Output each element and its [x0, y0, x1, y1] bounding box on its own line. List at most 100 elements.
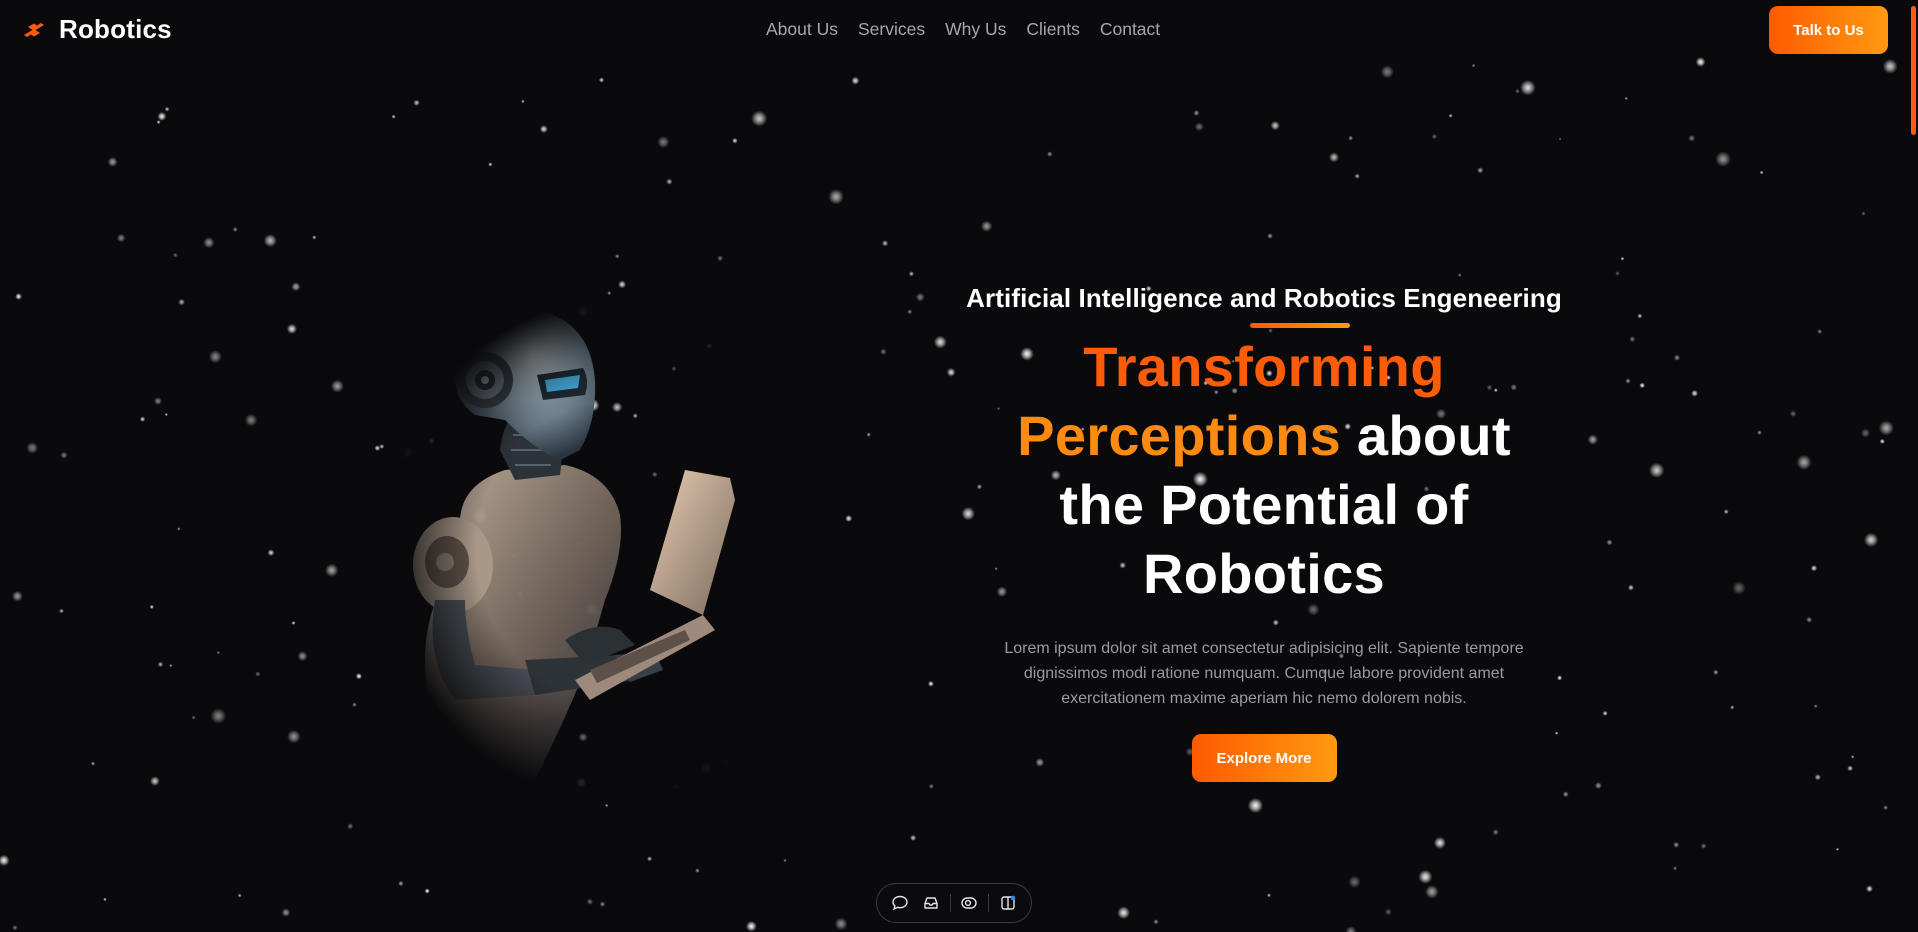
star: [1883, 805, 1889, 811]
star: [1732, 581, 1746, 595]
star: [26, 441, 39, 454]
main-nav: About Us Services Why Us Clients Contact: [766, 19, 1160, 40]
star: [717, 255, 724, 262]
star: [1267, 233, 1273, 239]
star: [210, 708, 227, 724]
toolbar-divider: [987, 894, 989, 912]
star: [1458, 273, 1462, 277]
star: [150, 776, 160, 786]
star: [1270, 120, 1280, 131]
star: [1247, 797, 1264, 814]
star: [1730, 705, 1735, 710]
star: [910, 834, 917, 842]
star: [907, 309, 913, 315]
star: [834, 917, 848, 931]
star: [851, 76, 860, 85]
hero-headline: Transforming Perceptions about the Poten…: [930, 332, 1598, 608]
star: [1384, 908, 1392, 916]
headline-about: about: [1356, 404, 1511, 467]
star: [15, 293, 22, 300]
star: [203, 237, 215, 249]
star: [1193, 110, 1200, 116]
star: [1806, 616, 1812, 623]
star: [1348, 875, 1361, 889]
star: [657, 136, 670, 149]
star: [1615, 271, 1620, 276]
star: [1471, 63, 1476, 68]
headline-potential-of: the Potential of: [1059, 473, 1469, 536]
nav-link-services[interactable]: Services: [858, 19, 925, 40]
chat-bubble-icon[interactable]: [888, 891, 912, 915]
star: [244, 413, 258, 427]
star: [286, 323, 297, 334]
star: [866, 432, 871, 437]
star: [413, 99, 420, 107]
star: [424, 888, 430, 894]
star: [1879, 438, 1885, 444]
star: [1817, 329, 1823, 334]
star: [598, 77, 605, 83]
star: [191, 715, 196, 720]
talk-to-us-button[interactable]: Talk to Us: [1769, 6, 1888, 54]
top-navbar: Robotics About Us Services Why Us Client…: [0, 0, 1918, 62]
star: [1433, 836, 1446, 850]
eye-toggle-icon[interactable]: [957, 891, 981, 915]
nav-link-clients[interactable]: Clients: [1026, 19, 1080, 40]
star: [1757, 430, 1762, 435]
star: [12, 925, 18, 931]
star: [287, 729, 301, 744]
scrollbar-track[interactable]: [1910, 0, 1918, 932]
star: [1267, 893, 1271, 898]
star: [263, 234, 277, 248]
star: [1425, 885, 1439, 899]
star: [1418, 869, 1433, 884]
brand-logo[interactable]: Robotics: [22, 14, 172, 45]
star: [1713, 669, 1719, 675]
star: [1448, 113, 1453, 118]
star: [908, 271, 915, 277]
star: [1700, 843, 1707, 849]
star: [1715, 151, 1731, 167]
star: [255, 671, 261, 677]
star: [607, 291, 612, 295]
headline-accent-transforming: Transforming: [1083, 335, 1445, 398]
star: [1594, 782, 1602, 790]
star: [178, 298, 185, 306]
star: [1606, 539, 1613, 546]
star: [164, 106, 170, 112]
nav-link-about-us[interactable]: About Us: [766, 19, 838, 40]
nav-link-contact[interactable]: Contact: [1100, 19, 1160, 40]
star: [379, 444, 385, 449]
headline-accent-perceptions: Perceptions: [1017, 404, 1342, 467]
star: [59, 608, 64, 614]
inbox-icon[interactable]: [919, 891, 943, 915]
star: [1673, 354, 1681, 361]
star: [149, 604, 154, 610]
star: [1047, 151, 1053, 157]
star: [783, 858, 787, 863]
star: [751, 110, 768, 127]
star: [139, 416, 146, 422]
star: [1117, 906, 1130, 920]
star: [374, 445, 381, 451]
star: [1789, 410, 1797, 418]
star: [1629, 336, 1636, 343]
star: [157, 661, 164, 668]
star: [1796, 454, 1812, 470]
star: [1477, 167, 1484, 174]
star: [169, 663, 173, 668]
star: [352, 702, 357, 707]
star: [1860, 428, 1871, 438]
robot-with-laptop-illustration: [385, 300, 845, 800]
hero-eyebrow-text: Artificial Intelligence and Robotics Eng…: [966, 283, 1562, 313]
star: [1492, 829, 1499, 836]
star: [330, 379, 344, 393]
panel-layout-icon[interactable]: [996, 891, 1020, 915]
star: [60, 451, 68, 459]
hero-eyebrow: Artificial Intelligence and Robotics Eng…: [966, 283, 1562, 328]
nav-link-why-us[interactable]: Why Us: [945, 19, 1006, 40]
star: [1627, 584, 1634, 591]
star: [1759, 170, 1764, 175]
explore-more-button[interactable]: Explore More: [1191, 734, 1337, 782]
star: [980, 220, 993, 232]
